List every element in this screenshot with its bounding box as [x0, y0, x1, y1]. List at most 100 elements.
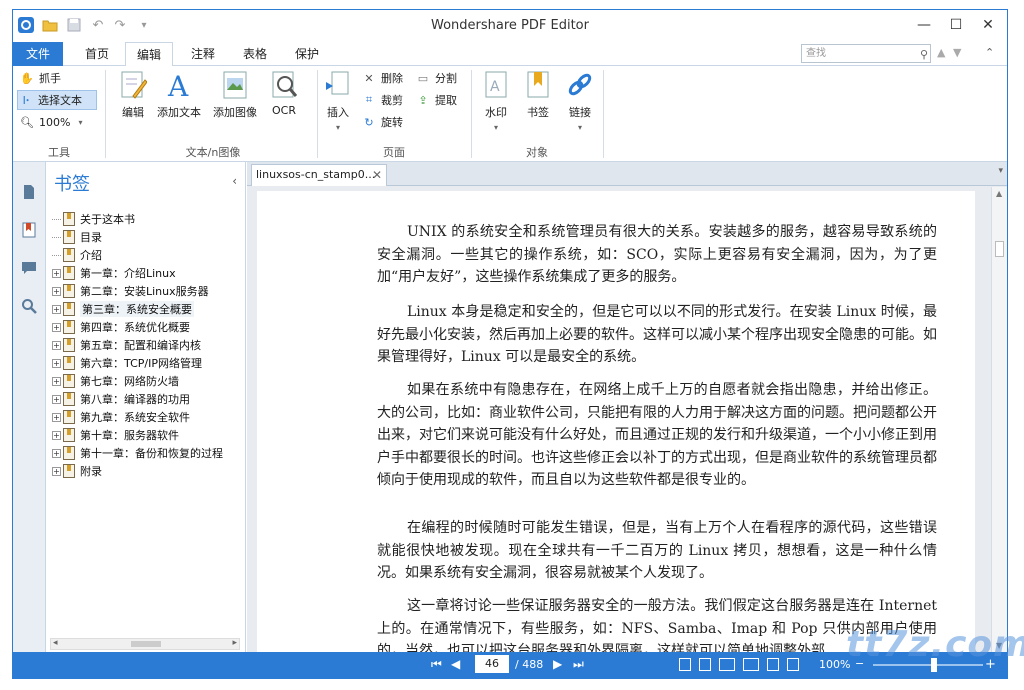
tab-list-icon[interactable]: ▾: [998, 166, 1003, 176]
bookmark-item[interactable]: + 第四章：系统优化概要: [52, 318, 246, 336]
search-input[interactable]: 查找 ⚲: [801, 44, 931, 63]
expand-icon[interactable]: +: [52, 394, 61, 404]
add-text-button[interactable]: A 添加文本: [151, 70, 207, 134]
bookmark-horizontal-scrollbar[interactable]: ◂ ▸: [50, 638, 240, 650]
close-button[interactable]: ✕: [973, 14, 1003, 36]
delete-label: 删除: [381, 72, 403, 85]
add-image-button[interactable]: 添加图像: [207, 70, 263, 134]
pages-icon[interactable]: [21, 184, 37, 200]
paragraph[interactable]: Linux 本身是稳定和安全的，但是它可以以不同的形式发行。在安装 Linux …: [377, 301, 937, 369]
chevron-down-icon: ▾: [78, 117, 83, 127]
collapse-panel-icon[interactable]: ‹: [232, 174, 237, 188]
rotate-icon: ↻: [364, 115, 374, 129]
expand-icon[interactable]: +: [52, 430, 61, 440]
zoom-dropdown[interactable]: 🔍︎ 100% ▾: [19, 112, 99, 132]
page-viewport[interactable]: UNIX 的系统安全和系统管理员有很大的关系。安装越多的服务，越容易导致系统的安…: [247, 187, 989, 652]
insert-page-button[interactable]: 插入 ▾: [315, 70, 361, 134]
pdf-page[interactable]: UNIX 的系统安全和系统管理员有很大的关系。安装越多的服务，越容易导致系统的安…: [257, 191, 975, 652]
bookmark-item[interactable]: + 第三章：系统安全概要: [52, 300, 246, 318]
bookmarks-panel-icon[interactable]: [21, 222, 37, 238]
scroll-left-icon[interactable]: ◂: [53, 638, 58, 648]
split-page-button[interactable]: ▭ 分割: [415, 68, 471, 88]
scroll-right-icon[interactable]: ▸: [232, 638, 237, 648]
chevron-down-icon: ▾: [493, 123, 498, 132]
watermark-button[interactable]: A 水印 ▾: [473, 70, 519, 134]
chevron-down-icon: ▾: [335, 123, 340, 132]
bookmark-page-icon: [63, 464, 75, 478]
fit-width-icon[interactable]: [787, 658, 799, 671]
comments-icon[interactable]: [21, 260, 37, 276]
ocr-button[interactable]: OCR: [261, 70, 307, 134]
tab-protect[interactable]: 保护: [285, 42, 329, 66]
scroll-thumb[interactable]: [131, 641, 161, 647]
magnifier-icon: 🔍︎: [20, 115, 34, 129]
two-page-view-icon[interactable]: [719, 658, 735, 671]
paragraph[interactable]: UNIX 的系统安全和系统管理员有很大的关系。安装越多的服务，越容易导致系统的安…: [377, 221, 937, 289]
fit-page-icon[interactable]: [767, 658, 779, 671]
bookmark-button[interactable]: 书签: [515, 70, 561, 134]
document-vertical-scrollbar[interactable]: ▲ ▼: [991, 187, 1007, 652]
first-page-icon[interactable]: ⏮: [431, 657, 442, 672]
expand-icon[interactable]: +: [52, 412, 61, 422]
bookmark-item[interactable]: + 第五章：配置和编译内核: [52, 336, 246, 354]
two-page-continuous-icon[interactable]: [743, 658, 759, 671]
search-panel-icon[interactable]: [21, 298, 37, 314]
minimize-button[interactable]: —: [909, 14, 939, 36]
bookmark-item[interactable]: + 第七章：网络防火墙: [52, 372, 246, 390]
tab-edit[interactable]: 编辑: [125, 42, 173, 67]
divider: [603, 70, 604, 158]
scroll-up-icon[interactable]: ▲: [996, 189, 1002, 198]
document-tab[interactable]: linuxsos-cn_stamp0... ✕: [251, 164, 387, 186]
expand-icon[interactable]: +: [52, 466, 61, 476]
tab-form[interactable]: 表格: [233, 42, 277, 66]
expand-icon[interactable]: +: [52, 358, 61, 368]
bookmark-item[interactable]: + 附录: [52, 462, 246, 480]
link-button[interactable]: 链接 ▾: [557, 70, 603, 134]
bookmark-item[interactable]: + 第八章：编译器的功用: [52, 390, 246, 408]
search-prev-icon[interactable]: ▲: [937, 46, 945, 59]
expand-icon[interactable]: +: [52, 304, 61, 314]
page-number-input[interactable]: 46: [475, 655, 509, 673]
bookmark-item-label: 第六章：TCP/IP网络管理: [80, 357, 202, 370]
expand-icon[interactable]: +: [52, 340, 61, 350]
hand-tool[interactable]: ✋ 抓手: [19, 68, 99, 88]
select-text-tool[interactable]: Iꞏ 选择文本: [17, 90, 97, 110]
extract-page-button[interactable]: ⇪ 提取: [415, 90, 471, 110]
close-tab-icon[interactable]: ✕: [372, 165, 382, 185]
rotate-page-button[interactable]: ↻ 旋转: [361, 112, 417, 132]
expand-icon[interactable]: +: [52, 322, 61, 332]
tab-file[interactable]: 文件: [13, 42, 63, 66]
delete-page-button[interactable]: ✕ 删除: [361, 68, 417, 88]
bookmark-item[interactable]: + 第一章：介绍Linux: [52, 264, 246, 282]
crop-page-button[interactable]: ⌗ 裁剪: [361, 90, 417, 110]
bookmark-item[interactable]: 关于这本书: [52, 210, 246, 228]
previous-page-icon[interactable]: ◀: [451, 657, 460, 671]
paragraph[interactable]: 如果在系统中有隐患存在，在网络上成千上万的自愿者就会指出隐患，并给出修正。大的公…: [377, 379, 937, 492]
search-icon[interactable]: ⚲: [920, 46, 928, 63]
bookmark-item[interactable]: 介绍: [52, 246, 246, 264]
collapse-ribbon-icon[interactable]: ⌃: [985, 46, 994, 59]
tab-comment[interactable]: 注释: [181, 42, 225, 66]
paragraph[interactable]: 在编程的时候随时可能发生错误，但是，当有上万个人在看程序的源代码，这些错误就能很…: [377, 517, 937, 585]
bookmark-item[interactable]: 目录: [52, 228, 246, 246]
bookmark-item[interactable]: + 第六章：TCP/IP网络管理: [52, 354, 246, 372]
bookmark-item[interactable]: + 第十一章：备份和恢复的过程: [52, 444, 246, 462]
expand-icon[interactable]: +: [52, 268, 61, 278]
expand-icon[interactable]: +: [52, 286, 61, 296]
next-page-icon[interactable]: ▶: [553, 657, 562, 671]
search-next-icon[interactable]: ▼: [953, 46, 961, 59]
expand-icon[interactable]: +: [52, 448, 61, 458]
tab-home[interactable]: 首页: [75, 42, 119, 66]
continuous-view-icon[interactable]: [699, 658, 711, 671]
last-page-icon[interactable]: ⏭: [573, 657, 584, 672]
bookmark-item[interactable]: + 第九章：系统安全软件: [52, 408, 246, 426]
site-watermark: tt7z.com: [846, 624, 1024, 665]
bookmark-item[interactable]: + 第二章：安装Linux服务器: [52, 282, 246, 300]
bookmark-item[interactable]: + 第十章：服务器软件: [52, 426, 246, 444]
single-page-view-icon[interactable]: [679, 658, 691, 671]
bookmark-page-icon: [63, 374, 75, 388]
expand-icon[interactable]: +: [52, 376, 61, 386]
maximize-button[interactable]: ☐: [941, 14, 971, 36]
scroll-thumb[interactable]: [995, 241, 1004, 257]
select-text-label: 选择文本: [38, 94, 82, 107]
